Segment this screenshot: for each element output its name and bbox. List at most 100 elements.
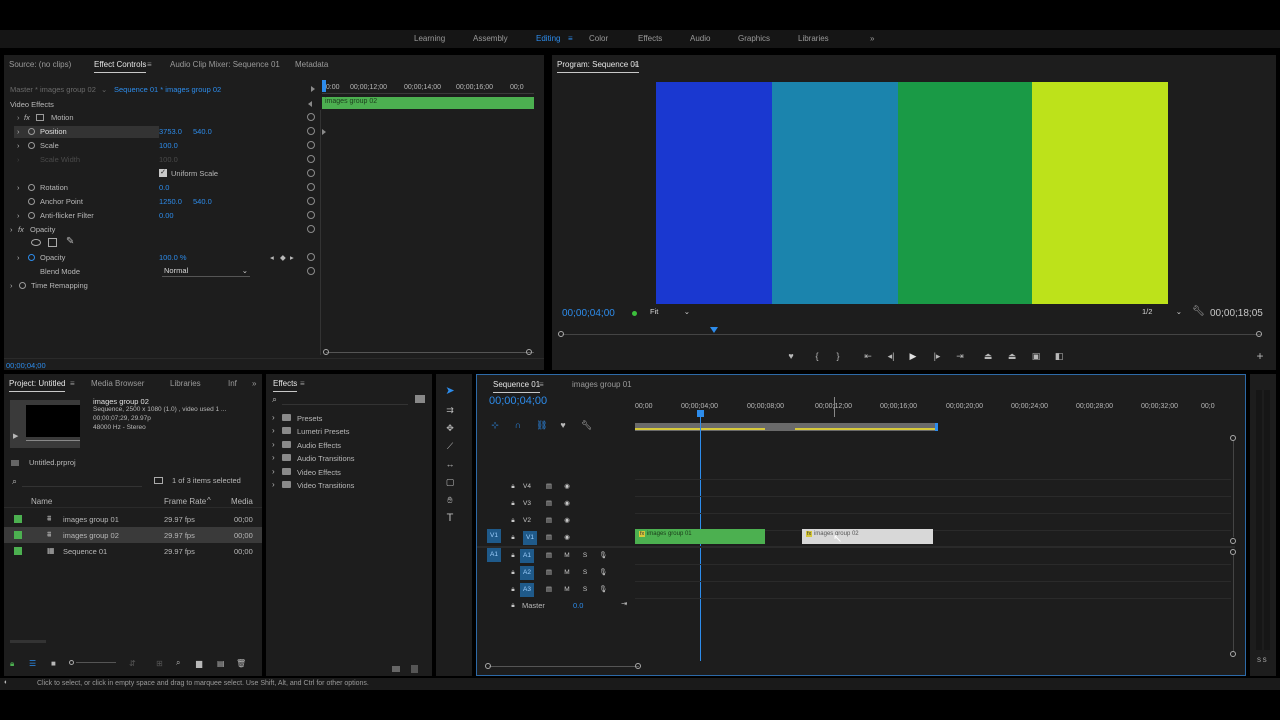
expand-icon[interactable]: › [17,211,20,223]
expand-icon[interactable]: › [17,183,20,195]
lock-icon[interactable]: 🔒︎ [509,517,517,525]
new-bin-icon[interactable]: ▆ [196,659,202,668]
step-back-icon[interactable]: ◂| [886,351,896,361]
export-frame-icon[interactable]: ▣ [1031,351,1041,361]
slip-tool-icon[interactable]: ↔ [445,459,455,469]
lock-icon[interactable]: 🔒︎ [509,569,517,577]
tab-metadata[interactable]: Metadata [295,60,328,69]
reset-icon[interactable] [307,253,315,261]
program-scrubber[interactable] [562,334,1262,335]
fx-icon[interactable]: fx [18,225,24,237]
chevron-down-icon[interactable]: ⌄ [101,85,107,97]
position-x-value[interactable]: 3753.0 [159,127,182,139]
workspace-tab-effects[interactable]: Effects [638,34,662,43]
expand-icon[interactable]: › [17,141,20,153]
search-icon[interactable]: ⌕ [12,476,17,488]
panel-menu-icon[interactable]: ≡ [300,379,305,388]
tab-effect-controls[interactable]: Effect Controls [94,60,147,73]
mute-button[interactable]: M [563,552,571,560]
panel-menu-icon[interactable]: ≡ [70,379,75,388]
fx-icon[interactable]: fx [24,113,30,125]
tab-sequence-01[interactable]: Sequence 01 [493,380,541,393]
tab-source[interactable]: Source: (no clips) [9,60,71,69]
add-marker-icon[interactable]: ♥ [558,420,568,430]
snap-icon[interactable]: ∩ [513,420,523,430]
zoom-handle-right[interactable] [526,349,532,355]
mute-button[interactable]: M [563,569,571,577]
lock-icon[interactable]: 🔒︎ [509,534,517,542]
ec-ruler[interactable]: 00:00 00;00;12;00 00;00;14;00 00;00;16;0… [322,80,534,94]
program-video-frame[interactable] [656,82,1170,304]
mark-in-icon[interactable]: { [812,351,822,361]
work-area-bar[interactable] [635,423,935,431]
track-target-a2[interactable]: A2 [520,566,534,580]
track-target-v2[interactable]: V2 [523,517,531,525]
video-v-scrollbar[interactable] [1233,441,1234,537]
source-patch-a1[interactable]: A1 [487,548,501,562]
sync-lock-icon[interactable]: ▤ [545,534,553,542]
track-target-a1[interactable]: A1 [520,549,534,563]
workspace-menu-icon[interactable]: ≡ [568,34,573,43]
label-color-swatch[interactable] [14,531,22,539]
expand-icon[interactable]: › [10,281,13,293]
track-select-tool-icon[interactable]: ⇉ [445,405,455,415]
thumbnail-scrubber[interactable] [26,440,80,441]
tab-images-group-01[interactable]: images group 01 [572,380,632,389]
master-clip-label[interactable]: Master * images group 02 [10,85,96,97]
type-tool-icon[interactable]: T [445,513,455,524]
scrubber-handle-right[interactable] [1256,331,1262,337]
zoom-slider-handle[interactable] [69,660,74,665]
step-forward-icon[interactable]: |▸ [932,351,942,361]
panel-menu-icon[interactable]: ≡ [147,60,152,69]
lock-icon[interactable]: 🔒︎ [509,500,517,508]
microphone-icon[interactable]: 🎙︎ [599,569,607,577]
reset-icon[interactable] [307,141,315,149]
timeline-timecode[interactable]: 00;00;04;00 [489,395,547,407]
reset-icon[interactable] [307,225,315,233]
lock-icon[interactable]: 🔒︎ [509,552,517,560]
tab-media-browser[interactable]: Media Browser [91,379,144,388]
reset-icon[interactable] [307,113,315,121]
new-bin-from-search-icon[interactable] [154,477,163,484]
workspace-tab-learning[interactable]: Learning [414,34,445,43]
sequence-clip-label[interactable]: Sequence 01 * images group 02 [114,85,221,97]
column-media[interactable]: Media [231,497,253,506]
stopwatch-icon[interactable] [28,254,35,261]
label-color-swatch[interactable] [14,547,22,555]
rectangle-mask-icon[interactable] [48,238,57,247]
new-item-icon[interactable]: ▤ [217,659,225,668]
zoom-handle-left[interactable] [323,349,329,355]
timeline-clip-images-group-02[interactable]: fx images group 02 [802,529,933,544]
workspace-tab-libraries[interactable]: Libraries [798,34,829,43]
v-scroll-handle[interactable] [1230,651,1236,657]
stopwatch-icon[interactable] [28,184,35,191]
eye-icon[interactable]: ◉ [563,483,571,491]
sync-lock-icon[interactable]: ▤ [545,569,553,577]
blend-mode-dropdown[interactable]: Normal ⌄ [162,266,250,277]
mark-out-icon[interactable]: } [833,351,843,361]
lock-icon[interactable]: 🔒︎ [509,602,517,610]
prev-keyframe-icon[interactable]: ◂ [270,253,274,265]
zoom-handle-left[interactable] [485,663,491,669]
microphone-icon[interactable]: 🎙︎ [599,586,607,594]
expand-icon[interactable]: › [272,440,275,449]
tab-project[interactable]: Project: Untitled [9,379,66,392]
track-target-a3[interactable]: A3 [520,583,534,597]
ec-timecode[interactable]: 00;00;04;00 [6,361,46,370]
reset-icon[interactable] [307,183,315,191]
project-item-row[interactable]: ▦ Sequence 01 29.97 fps 00;00 [4,543,262,559]
tab-info[interactable]: Inf [228,379,237,388]
workspace-tab-assembly[interactable]: Assembly [473,34,508,43]
expand-icon[interactable]: › [17,253,20,265]
rotation-value[interactable]: 0.0 [159,183,169,195]
sync-lock-icon[interactable]: ▤ [545,586,553,594]
expand-icon[interactable]: › [272,467,275,476]
microphone-icon[interactable]: 🎙︎ [599,552,607,560]
reset-icon[interactable] [307,267,315,275]
effects-search-input[interactable] [282,394,408,405]
eye-icon[interactable]: ◉ [563,500,571,508]
program-playhead[interactable] [710,327,718,333]
tab-audio-clip-mixer[interactable]: Audio Clip Mixer: Sequence 01 [170,60,280,69]
lock-icon[interactable]: 🔒︎ [509,586,517,594]
timeline-settings-icon[interactable]: 🔧︎ [581,420,592,430]
